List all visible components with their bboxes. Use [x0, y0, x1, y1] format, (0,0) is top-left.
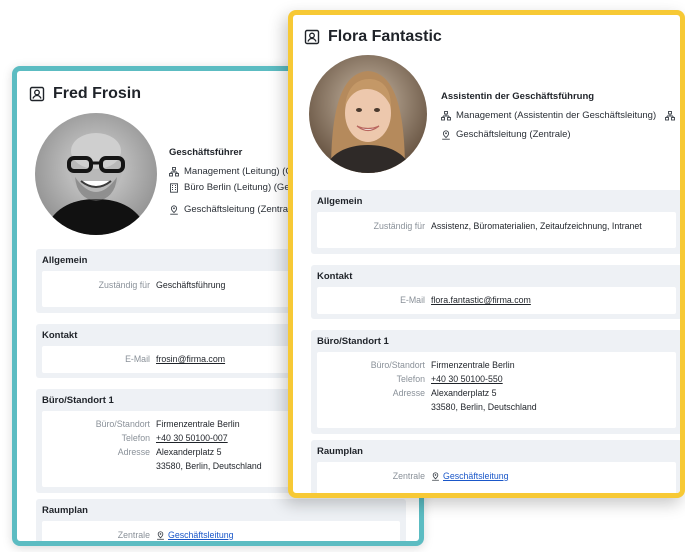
address-line-2: 33580, Berlin, Deutschland	[156, 461, 262, 471]
phone-link[interactable]: +40 30 50100-550	[431, 372, 503, 386]
email-link[interactable]: flora.fantastic@firma.com	[431, 293, 531, 307]
field-label: Zuständig für	[373, 221, 425, 231]
room-link[interactable]: Geschäftsleitung	[431, 469, 509, 483]
address-line-1: Alexanderplatz 5	[431, 388, 497, 398]
site-value: Firmenzentrale Berlin	[156, 419, 240, 429]
card-header: Fred Frosin	[29, 85, 141, 103]
office-line[interactable]: Büro Berlin (Leitung) (Gesc	[169, 180, 299, 196]
responsibility-value: Geschäftsführung	[156, 280, 226, 290]
location-line[interactable]: Geschäftsleitung (Zentrale)	[441, 127, 675, 143]
location-person-icon	[441, 130, 451, 140]
section-room: Raumplan Zentrale Geschäftsleitung	[311, 440, 680, 493]
job-title: Geschäftsführer	[169, 147, 243, 158]
field-label: E-Mail	[400, 295, 425, 305]
section-contact: Kontakt E-Mail flora.fantastic@firma.com	[311, 265, 680, 319]
role-info: Assistentin der Geschäftsführung Managem…	[441, 89, 675, 143]
email-link[interactable]: frosin@firma.com	[156, 352, 225, 366]
section-office: Büro/Standort 1 Büro/Standort Firmenzent…	[311, 330, 680, 434]
org-chart-icon	[169, 167, 179, 177]
person-name: Fred Frosin	[53, 85, 142, 102]
section-room: Raumplan Zentrale Geschäftsleitung	[36, 499, 406, 541]
address-line-1: Alexanderplatz 5	[156, 447, 222, 457]
profile-card-flora: Flora Fantastic Assistentin der Geschäft…	[288, 10, 685, 498]
department-line[interactable]: Management (Leitung) (Ge	[169, 164, 299, 180]
location-person-icon	[431, 472, 440, 481]
field-label: Adresse	[117, 447, 150, 457]
field-label: Telefon	[396, 374, 425, 384]
phone-link[interactable]: +40 30 50100-007	[156, 431, 228, 445]
field-label: Büro/Standort	[95, 419, 150, 429]
avatar	[309, 55, 427, 173]
org-chart-icon	[441, 111, 451, 121]
section-general: Allgemein Zuständig für Assistenz, Bürom…	[311, 190, 680, 254]
responsibility-value: Assistenz, Büromaterialien, Zeitaufzeich…	[431, 221, 642, 231]
portrait-photo	[35, 113, 157, 235]
address-line-2: 33580, Berlin, Deutschland	[431, 402, 537, 412]
site-value: Firmenzentrale Berlin	[431, 360, 515, 370]
field-label: Zuständig für	[98, 280, 150, 290]
field-label: Büro/Standort	[370, 360, 425, 370]
field-label: Adresse	[392, 388, 425, 398]
department-line[interactable]: Management (Assistentin der Geschäftslei…	[441, 108, 675, 124]
building-icon	[169, 183, 179, 193]
contact-card-icon	[304, 29, 320, 45]
location-person-icon	[169, 205, 179, 215]
location-person-icon	[156, 531, 165, 540]
field-label: Zentrale	[392, 471, 425, 481]
person-name: Flora Fantastic	[328, 28, 442, 45]
field-label: Zentrale	[117, 530, 150, 540]
room-link[interactable]: Geschäftsleitung	[156, 528, 234, 541]
job-title: Assistentin der Geschäftsführung	[441, 91, 595, 102]
field-label: Telefon	[121, 433, 150, 443]
location-line[interactable]: Geschäftsleitung (Zentrale)	[169, 202, 299, 218]
org-chart-icon[interactable]	[665, 111, 675, 121]
field-label: E-Mail	[125, 354, 150, 364]
card-header: Flora Fantastic	[304, 28, 442, 46]
contact-card-icon	[29, 86, 45, 102]
portrait-photo	[309, 55, 427, 173]
role-info: Geschäftsführer Management (Leitung) (Ge…	[169, 145, 299, 218]
avatar	[35, 113, 157, 235]
